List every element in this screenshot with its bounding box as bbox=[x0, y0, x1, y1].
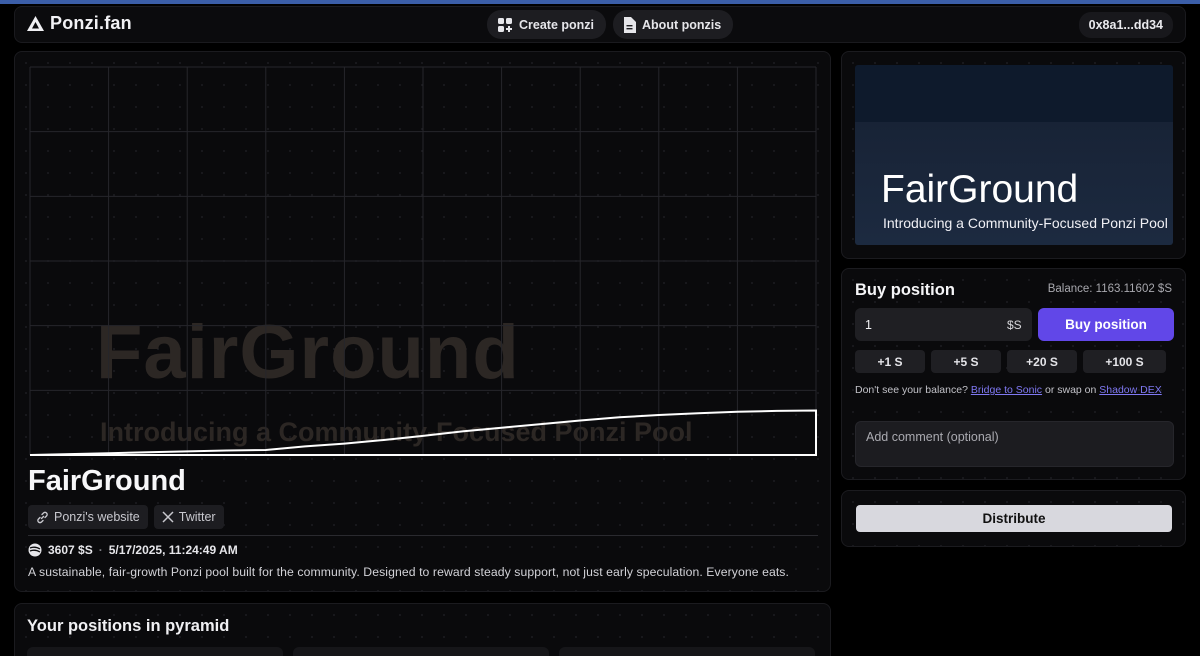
document-icon bbox=[623, 16, 637, 33]
twitter-link[interactable]: Twitter bbox=[153, 505, 224, 529]
link-icon bbox=[36, 511, 49, 524]
about-ponzis-button[interactable]: About ponzis bbox=[613, 10, 734, 39]
banner-card: FairGround Introducing a Community-Focus… bbox=[841, 51, 1186, 259]
distribute-button[interactable]: Distribute bbox=[856, 505, 1172, 532]
buy-title: Buy position bbox=[855, 281, 955, 299]
meta-separator: · bbox=[98, 543, 103, 557]
chart-canvas bbox=[29, 66, 817, 456]
pool-amount: 3607 $S bbox=[48, 543, 93, 557]
position-slot bbox=[27, 647, 283, 656]
currency-label: $S bbox=[1007, 318, 1022, 332]
pyramid-logo-icon bbox=[27, 16, 44, 31]
create-ponzi-button[interactable]: Create ponzi bbox=[487, 10, 607, 39]
about-ponzis-label: About ponzis bbox=[642, 17, 722, 32]
pool-banner-image: FairGround Introducing a Community-Focus… bbox=[855, 65, 1173, 245]
x-icon bbox=[162, 511, 174, 523]
twitter-link-label: Twitter bbox=[178, 510, 216, 524]
comment-textarea[interactable] bbox=[855, 421, 1174, 467]
position-slot bbox=[559, 647, 815, 656]
positions-title: Your positions in pyramid bbox=[27, 617, 230, 635]
wallet-address-button[interactable]: 0x8a1...dd34 bbox=[1078, 12, 1173, 38]
logo-text: Ponzi.fan bbox=[50, 13, 132, 33]
add-100-button[interactable]: +100 S bbox=[1083, 350, 1166, 373]
website-link[interactable]: Ponzi's website bbox=[28, 505, 148, 529]
divider bbox=[28, 535, 818, 536]
shadow-dex-link[interactable]: Shadow DEX bbox=[1099, 384, 1161, 396]
buy-position-button[interactable]: Buy position bbox=[1038, 308, 1174, 341]
pool-meta: 3607 $S · 5/17/2025, 11:24:49 AM bbox=[28, 543, 238, 557]
top-navbar: Ponzi.fan Create ponzi About ponzis 0x8a… bbox=[14, 6, 1186, 43]
create-icon bbox=[497, 17, 513, 33]
hint-prefix: Don't see your balance? bbox=[855, 384, 968, 396]
buy-position-card: Buy position Balance: 1163.11602 $S $S B… bbox=[841, 268, 1186, 480]
website-link-label: Ponzi's website bbox=[54, 510, 140, 524]
add-20-button[interactable]: +20 S bbox=[1007, 350, 1077, 373]
price-chart: FairGround Introducing a Community-Focus… bbox=[28, 65, 818, 461]
pool-timestamp: 5/17/2025, 11:24:49 AM bbox=[108, 543, 238, 557]
banner-title: FairGround bbox=[881, 168, 1079, 211]
create-ponzi-label: Create ponzi bbox=[519, 17, 595, 32]
sonic-token-icon bbox=[28, 543, 42, 557]
pool-title: FairGround bbox=[28, 465, 186, 497]
positions-card: Your positions in pyramid bbox=[14, 603, 831, 656]
balance-text: Balance: 1163.11602 $S bbox=[1047, 283, 1172, 295]
logo[interactable]: Ponzi.fan bbox=[27, 13, 132, 34]
pool-links: Ponzi's website Twitter bbox=[28, 505, 224, 529]
main-nav: Create ponzi About ponzis bbox=[487, 10, 734, 39]
banner-subtitle: Introducing a Community-Focused Ponzi Po… bbox=[883, 215, 1168, 231]
amount-input[interactable] bbox=[855, 308, 1032, 341]
add-5-button[interactable]: +5 S bbox=[931, 350, 1001, 373]
distribute-card: Distribute bbox=[841, 490, 1186, 547]
bridge-link[interactable]: Bridge to Sonic bbox=[971, 384, 1042, 396]
pool-details-card: FairGround Introducing a Community-Focus… bbox=[14, 51, 831, 592]
add-1-button[interactable]: +1 S bbox=[855, 350, 925, 373]
position-slot bbox=[293, 647, 549, 656]
balance-hint: Don't see your balance? Bridge to Sonic … bbox=[855, 384, 1162, 396]
quick-amount-row: +1 S +5 S +20 S +100 S bbox=[855, 350, 1166, 373]
hint-middle: or swap on bbox=[1044, 384, 1097, 396]
top-accent-line bbox=[0, 0, 1200, 4]
pool-description: A sustainable, fair-growth Ponzi pool bu… bbox=[28, 565, 789, 579]
